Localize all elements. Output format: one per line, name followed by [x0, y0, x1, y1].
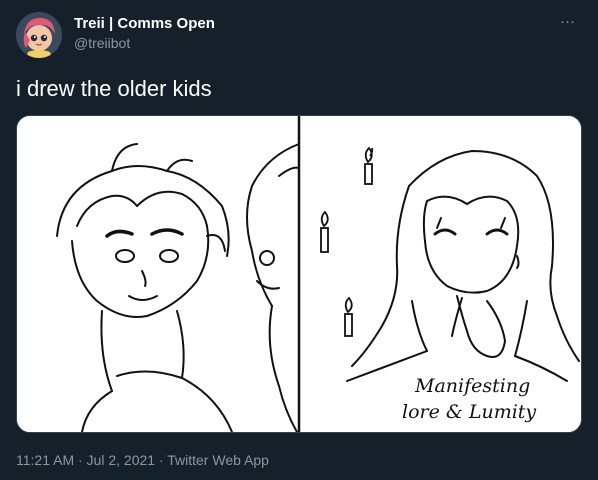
media-drawing: Manifesting lore & Lumity	[17, 116, 581, 432]
display-name[interactable]: Treii | Comms Open	[74, 14, 215, 34]
avatar-illustration	[16, 12, 62, 58]
tweet-header: Treii | Comms Open @treiibot …	[16, 11, 582, 58]
tweet-text: i drew the older kids	[16, 76, 212, 101]
more-icon[interactable]: …	[556, 11, 580, 32]
caption-line2: lore & Lumity	[402, 401, 536, 423]
avatar[interactable]	[16, 12, 62, 58]
user-handle[interactable]: @treiibot	[74, 34, 215, 52]
tweet-timestamp[interactable]: 11:21 AM · Jul 2, 2021 · Twitter Web App	[16, 451, 269, 469]
caption-line1: Manifesting	[414, 375, 530, 397]
tweet-media[interactable]: Manifesting lore & Lumity	[16, 115, 582, 433]
